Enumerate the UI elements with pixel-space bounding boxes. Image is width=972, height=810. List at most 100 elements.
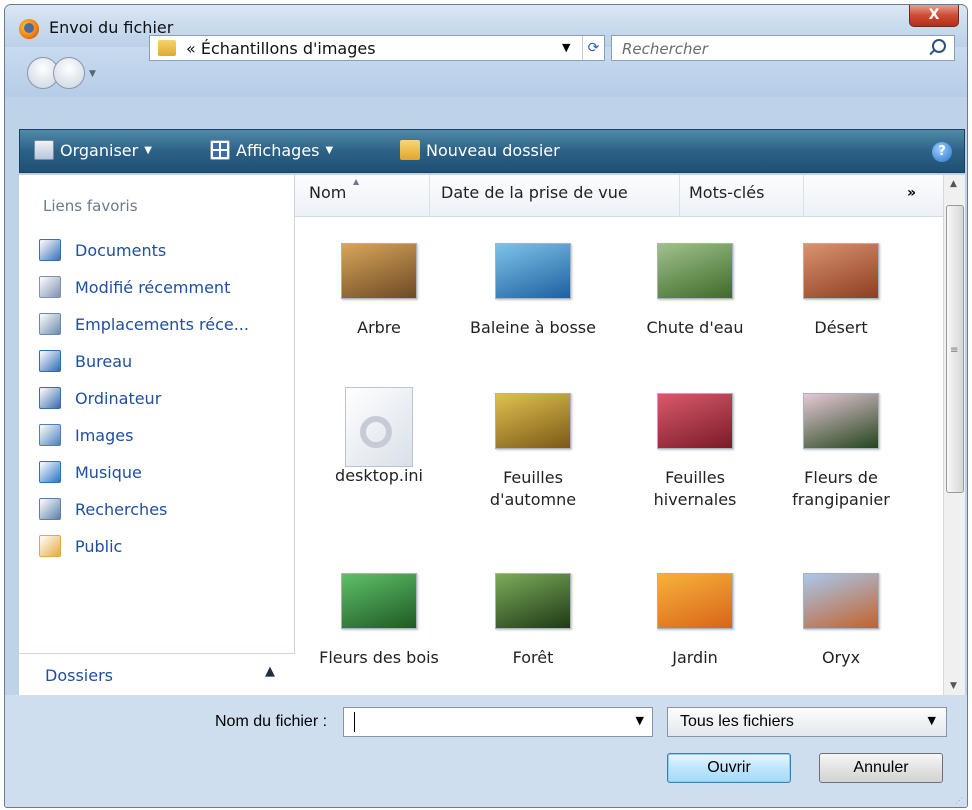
filetype-dropdown-icon[interactable]: ▼ [928,714,936,727]
sort-ascending-icon: ▲ [353,177,360,186]
forward-button[interactable] [53,57,85,89]
image-thumbnail [657,393,733,449]
help-icon[interactable]: ? [932,142,952,162]
image-thumbnail [657,243,733,299]
file-item[interactable]: Désert [771,237,911,339]
cancel-button[interactable]: Annuler [819,753,943,783]
file-item[interactable]: Feuilles d'automne [463,387,603,511]
file-item[interactable]: Feuilles hivernales [625,387,765,511]
sidebar-item-label: Images [75,425,134,445]
search-icon[interactable] [932,39,946,53]
vertical-scrollbar[interactable]: ▲ ≡ ▼ [943,175,965,695]
filename-label: Nom du fichier : [215,713,328,730]
image-thumbnail [495,243,571,299]
resize-grip-icon[interactable]: ⋰ [955,796,963,805]
more-columns-icon[interactable]: » [907,185,916,201]
address-dropdown-icon[interactable]: ▼ [562,41,570,54]
refresh-icon[interactable]: ⟳ [582,36,604,60]
sidebar-item[interactable]: Emplacements réce... [39,313,249,335]
column-header-row: Nom ▲ Date de la prise de vue Mots-clés … [295,175,943,217]
column-tags[interactable]: Mots-clés [689,183,764,202]
file-name: Oryx [821,648,861,667]
file-name: Feuilles d'automne [489,468,577,509]
open-button[interactable]: Ouvrir [667,753,791,783]
file-item[interactable]: Fleurs de frangipanier [771,387,911,511]
sidebar-item[interactable]: Modifié récemment [39,276,230,298]
filename-dropdown-icon[interactable]: ▼ [636,714,644,727]
file-name: Arbre [357,318,401,337]
scroll-down-icon[interactable]: ▼ [950,681,957,691]
organize-menu-button[interactable]: Organiser ▼ [34,140,152,160]
sidebar-item-label: Emplacements réce... [75,314,249,334]
image-thumbnail [341,243,417,299]
file-name: desktop.ini [335,466,423,485]
searches-icon [39,498,61,520]
sidebar-item[interactable]: Bureau [39,350,132,372]
file-item[interactable]: Baleine à bosse [463,237,603,339]
sidebar-item[interactable]: Images [39,424,133,446]
folder-icon [158,40,176,56]
image-thumbnail [803,573,879,629]
command-toolbar: Organiser ▼ Affichages ▼ Nouveau dossier… [19,129,965,173]
recent-places-icon [39,313,61,335]
chevron-up-icon[interactable]: ▲ [265,664,275,679]
sidebar-item-label: Ordinateur [75,388,162,408]
chevron-down-icon: ▼ [325,144,334,156]
filetype-select[interactable]: Tous les fichiers ▼ [667,707,947,737]
image-thumbnail [495,573,571,629]
sidebar-item-label: Bureau [75,351,133,371]
sidebar-item[interactable]: Recherches [39,498,167,520]
filename-input[interactable]: ▼ [343,707,653,737]
scroll-grip-icon: ≡ [950,345,959,356]
sidebar-item-label: Modifié récemment [75,277,231,297]
sidebar-item-label: Musique [75,462,142,482]
file-name: Fleurs des bois [319,648,439,667]
views-menu-button[interactable]: Affichages ▼ [210,140,333,160]
file-name: Forêt [512,648,554,667]
filetype-value: Tous les fichiers [680,713,794,730]
address-bar[interactable]: « Échantillons d'images ▼ ⟳ [149,35,605,61]
file-dialog-window: Envoi du fichier X ▼ « Échantillons d'im… [4,4,968,808]
chevron-down-icon: ▼ [144,144,152,156]
scroll-up-icon[interactable]: ▲ [950,179,957,189]
image-thumbnail [341,573,417,629]
file-name: Jardin [672,648,718,667]
file-name: Désert [814,318,868,337]
file-name: Feuilles hivernales [653,468,737,509]
history-dropdown-icon[interactable]: ▼ [89,69,96,79]
sidebar-item-label: Documents [75,240,167,260]
sidebar-item[interactable]: Documents [39,239,166,261]
file-item[interactable]: Chute d'eau [625,237,765,339]
file-list-pane: Nom ▲ Date de la prise de vue Mots-clés … [295,175,965,695]
sidebar-item[interactable]: Public [39,535,122,557]
file-item[interactable]: Oryx [771,567,911,669]
address-path: « Échantillons d'images [186,39,376,58]
sidebar-item-label: Public [75,536,123,556]
folders-toggle[interactable]: Dossiers ▲ [19,653,295,695]
new-folder-button[interactable]: Nouveau dossier [400,140,560,160]
organize-icon [34,140,54,160]
music-icon [39,461,61,483]
file-item[interactable]: Jardin [625,567,765,669]
desktop-icon [39,350,61,372]
file-item[interactable]: Forêt [463,567,603,669]
search-placeholder: Rechercher [622,40,708,58]
sidebar-item[interactable]: Ordinateur [39,387,161,409]
dialog-footer: Nom du fichier : ▼ Tous les fichiers ▼ O… [5,695,967,807]
computer-icon [39,387,61,409]
file-name: Baleine à bosse [470,318,596,337]
close-button[interactable]: X [909,5,959,27]
image-thumbnail [803,243,879,299]
file-item[interactable]: Arbre [309,237,449,339]
file-item[interactable]: desktop.ini [309,387,449,487]
views-icon [210,140,230,160]
image-thumbnail [495,393,571,449]
file-item[interactable]: Fleurs des bois [309,567,449,669]
favorite-links-pane: Liens favoris Documents Modifié récemment… [19,175,295,695]
favorites-header: Liens favoris [43,197,138,215]
column-date[interactable]: Date de la prise de vue [441,183,628,202]
settings-file-icon [345,387,413,467]
search-input[interactable]: Rechercher [611,35,955,61]
sidebar-item[interactable]: Musique [39,461,142,483]
column-name[interactable]: Nom [309,183,346,202]
